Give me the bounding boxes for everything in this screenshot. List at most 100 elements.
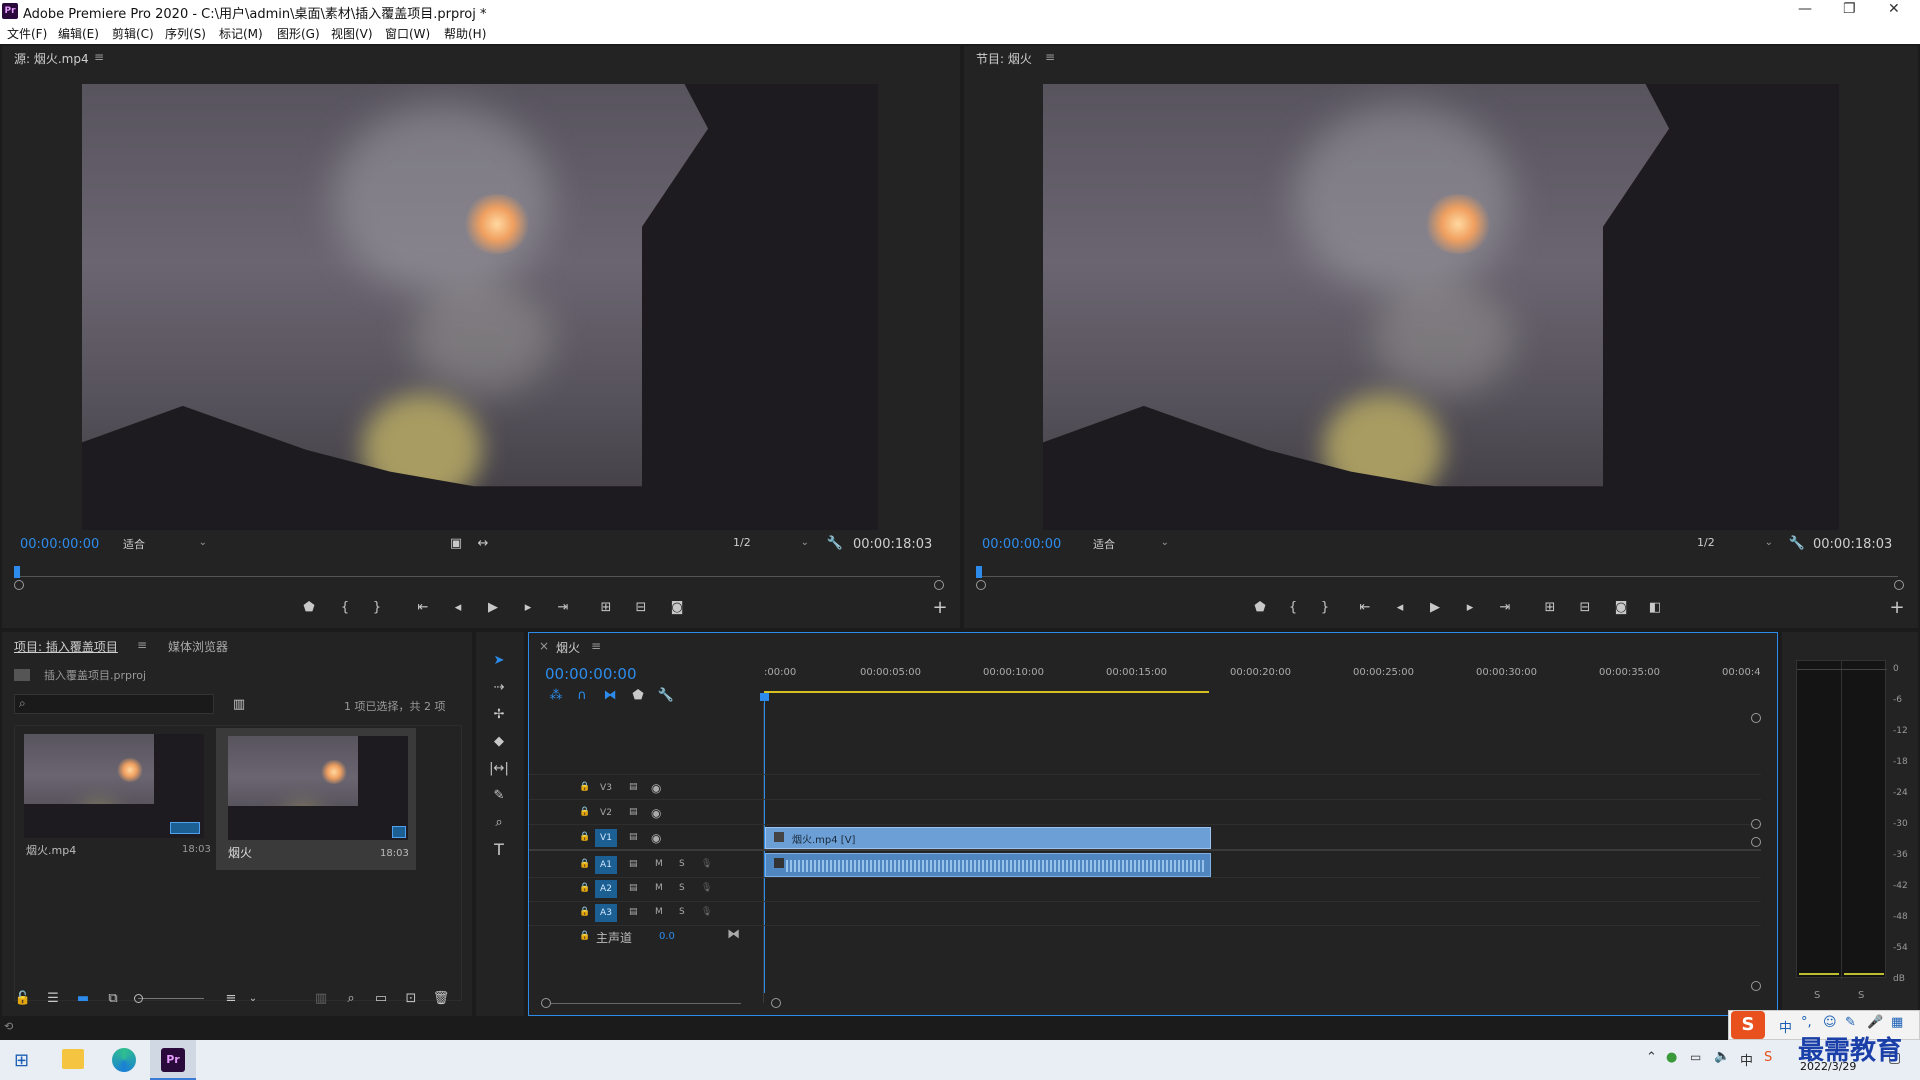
solo-right-button[interactable]: S xyxy=(1858,990,1864,1001)
panel-menu-icon[interactable]: ≡ xyxy=(591,639,601,653)
insert-icon[interactable]: ⊞ xyxy=(595,599,617,617)
mark-in-icon[interactable]: { xyxy=(334,599,356,617)
menu-marker[interactable]: 标记(M) xyxy=(219,25,263,42)
horizontal-zoom-handle-left[interactable] xyxy=(541,998,551,1008)
track-select-tool-icon[interactable]: ⇢ xyxy=(488,679,510,697)
nest-icon[interactable]: ⁂ xyxy=(545,687,567,705)
go-to-out-icon[interactable]: ⇥ xyxy=(1494,599,1516,617)
sync-lock-icon[interactable]: ▤ xyxy=(629,782,638,792)
windows-start-icon[interactable]: ⊞ xyxy=(14,1050,29,1071)
program-timecode[interactable]: 00:00:00:00 xyxy=(982,537,1061,552)
sogou-ime-icon[interactable]: S xyxy=(1731,1011,1765,1039)
track-label[interactable]: A2 xyxy=(595,880,617,898)
new-bin-icon[interactable]: ▭ xyxy=(370,990,392,1008)
menu-sequence[interactable]: 序列(S) xyxy=(165,25,206,42)
source-video-frame[interactable] xyxy=(82,84,878,530)
settings-icon[interactable]: ▣ xyxy=(445,535,467,553)
video-clip[interactable]: 烟火.mp4 [V] xyxy=(765,827,1211,849)
project-item-selected[interactable]: 烟火 18:03 xyxy=(216,728,416,870)
panel-menu-icon[interactable]: ≡ xyxy=(1045,50,1055,64)
lock-icon[interactable]: 🔓 xyxy=(12,990,34,1008)
horizontal-scrollbar[interactable] xyxy=(551,1003,741,1004)
new-item-icon[interactable]: ⊡ xyxy=(400,990,422,1008)
microphone-icon[interactable]: 🎙 xyxy=(701,859,712,869)
program-fit-dropdown[interactable]: 适合 ⌄ xyxy=(1092,535,1172,553)
menu-graphics[interactable]: 图形(G) xyxy=(277,25,320,42)
wrench-icon[interactable]: 🔧 xyxy=(824,535,846,553)
linked-selection-icon[interactable]: ⧓ xyxy=(599,687,621,705)
lock-icon[interactable]: 🔒 xyxy=(579,931,590,941)
panel-menu-icon[interactable]: ≡ xyxy=(94,50,104,64)
source-resolution-dropdown[interactable]: 1/2 ⌄ xyxy=(732,535,812,553)
menu-clip[interactable]: 剪辑(C) xyxy=(112,25,154,42)
vertical-zoom-handle[interactable] xyxy=(1751,819,1761,829)
lift-icon[interactable]: ⊞ xyxy=(1539,599,1561,617)
mute-button[interactable]: M xyxy=(655,907,663,917)
tab-media-browser[interactable]: 媒体浏览器 xyxy=(168,638,228,655)
sync-lock-icon[interactable]: ▤ xyxy=(629,832,638,842)
play-icon[interactable]: ▶ xyxy=(482,599,504,617)
track-label[interactable]: V1 xyxy=(595,829,617,847)
source-timecode[interactable]: 00:00:00:00 xyxy=(20,537,99,552)
work-area-bar[interactable] xyxy=(764,691,1209,693)
volume-icon[interactable]: 🔈 xyxy=(1714,1049,1730,1064)
go-to-in-icon[interactable]: ⇤ xyxy=(1354,599,1376,617)
find-icon[interactable]: ⌕ xyxy=(340,990,362,1008)
restore-icon[interactable]: ❐ xyxy=(1843,1,1856,17)
play-icon[interactable]: ▶ xyxy=(1424,599,1446,617)
program-resolution-dropdown[interactable]: 1/2 ⌄ xyxy=(1696,535,1776,553)
mark-out-icon[interactable]: } xyxy=(1314,599,1336,617)
tray-app-icon[interactable]: ● xyxy=(1666,1050,1677,1065)
track-label[interactable]: A3 xyxy=(595,904,617,922)
menu-window[interactable]: 窗口(W) xyxy=(385,25,430,42)
sogou-tray-icon[interactable]: S xyxy=(1764,1050,1772,1065)
taskbar-premiere-button[interactable]: Pr xyxy=(150,1040,196,1080)
slip-tool-icon[interactable]: |↔| xyxy=(488,760,510,778)
mark-out-icon[interactable]: } xyxy=(366,599,388,617)
program-monitor-title[interactable]: 节目: 烟火 xyxy=(976,50,1032,67)
search-input[interactable]: ⌕ xyxy=(14,694,214,714)
icon-view-icon[interactable]: ▬ xyxy=(72,990,94,1008)
freeform-view-icon[interactable]: ⧉ xyxy=(102,990,124,1008)
sync-lock-icon[interactable]: ▤ xyxy=(629,907,638,917)
eye-icon[interactable]: ◉ xyxy=(651,831,661,845)
menu-view[interactable]: 视图(V) xyxy=(331,25,373,42)
project-item[interactable]: 烟火.mp4 18:03 xyxy=(16,728,212,858)
zoom-handle-right[interactable] xyxy=(934,580,944,590)
zoom-handle-left[interactable] xyxy=(14,580,24,590)
wrench-icon[interactable]: 🔧 xyxy=(1786,535,1808,553)
sync-lock-icon[interactable]: ▤ xyxy=(629,883,638,893)
list-view-icon[interactable]: ☰ xyxy=(42,990,64,1008)
file-explorer-icon[interactable] xyxy=(62,1049,84,1069)
voice-input-icon[interactable]: 🎤 xyxy=(1867,1015,1883,1030)
punctuation-icon[interactable]: °, xyxy=(1801,1015,1812,1030)
source-playhead[interactable] xyxy=(14,566,20,578)
program-video-frame[interactable] xyxy=(1043,84,1839,530)
emoji-icon[interactable]: ☺ xyxy=(1823,1015,1837,1030)
program-playhead[interactable] xyxy=(976,566,982,578)
ime-language-toggle[interactable]: 中 xyxy=(1779,1017,1792,1036)
compare-view-icon[interactable]: ◧ xyxy=(1644,599,1666,617)
step-back-icon[interactable]: ◂ xyxy=(1389,599,1411,617)
timeline-timecode[interactable]: 00:00:00:00 xyxy=(545,665,637,683)
eye-icon[interactable]: ◉ xyxy=(651,806,661,820)
sync-lock-icon[interactable]: ▤ xyxy=(629,859,638,869)
vertical-zoom-handle[interactable] xyxy=(1751,981,1761,991)
zoom-tool-icon[interactable]: ⌕ xyxy=(488,814,510,832)
export-frame-icon[interactable]: ◙ xyxy=(666,599,688,617)
time-ruler[interactable]: :00:00 00:00:05:00 00:00:10:00 00:00:15:… xyxy=(764,661,1764,703)
program-scrub-bar[interactable] xyxy=(982,576,1898,577)
solo-button[interactable]: S xyxy=(679,883,685,893)
close-icon[interactable]: ✕ xyxy=(1888,1,1900,17)
ripple-edit-tool-icon[interactable]: ✢ xyxy=(488,706,510,724)
pen-input-icon[interactable]: ✎ xyxy=(1845,1015,1856,1030)
mark-in-icon[interactable]: { xyxy=(1282,599,1304,617)
overwrite-icon[interactable]: ⊟ xyxy=(630,599,652,617)
horizontal-zoom-handle-right[interactable] xyxy=(771,998,781,1008)
menu-file[interactable]: 文件(F) xyxy=(7,25,47,42)
solo-left-button[interactable]: S xyxy=(1814,990,1820,1001)
solo-button[interactable]: S xyxy=(679,859,685,869)
track-label[interactable]: V2 xyxy=(595,804,617,822)
sort-icon[interactable]: ≡ xyxy=(220,990,242,1008)
pen-tool-icon[interactable]: ✎ xyxy=(488,787,510,805)
